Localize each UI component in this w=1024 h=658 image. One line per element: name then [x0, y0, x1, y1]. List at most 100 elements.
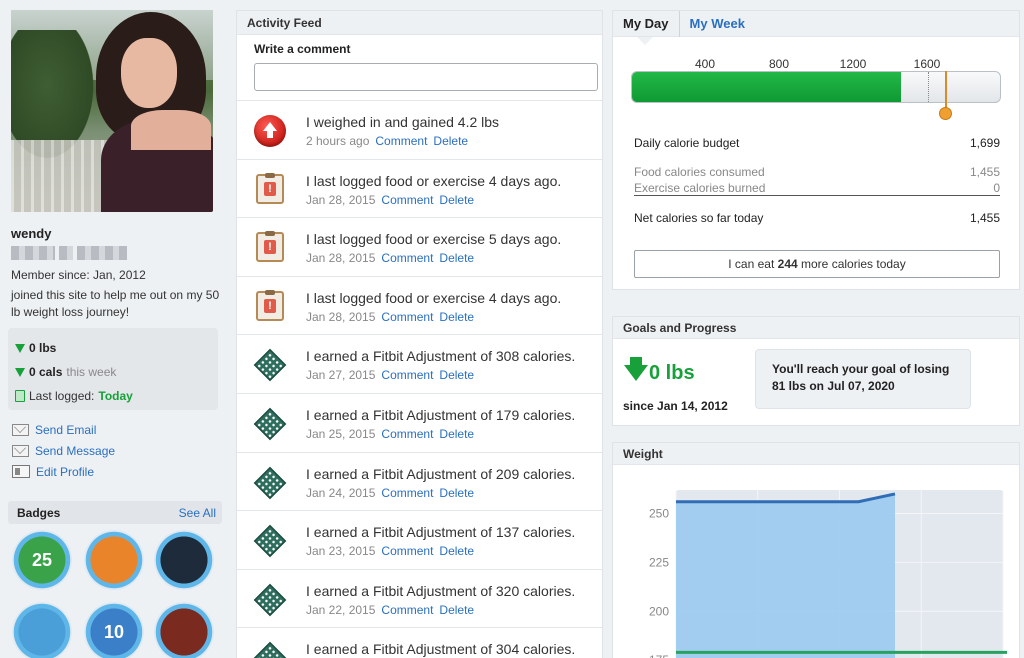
profile-username: wendy [11, 226, 52, 241]
feed-item: I earned a Fitbit Adjustment of 304 calo… [237, 628, 602, 658]
weight-area [676, 493, 895, 658]
badge-label: 10 [92, 610, 136, 654]
delete-link[interactable]: Delete [439, 368, 474, 382]
feed-item: I last logged food or exercise 5 days ag… [237, 218, 602, 277]
feed-item: I earned a Fitbit Adjustment of 137 calo… [237, 511, 602, 570]
comment-link[interactable]: Comment [381, 251, 433, 265]
feed-item-meta: Jan 23, 2015 Comment Delete [306, 544, 474, 558]
fitbit-icon [253, 466, 287, 499]
badges-header: Badges See All [8, 501, 222, 524]
weight-up-icon [254, 115, 286, 147]
clipboard-icon [15, 390, 25, 402]
row-exercise-calories: Exercise calories burned 0 [634, 181, 1000, 195]
see-all-badges-link[interactable]: See All [179, 506, 216, 520]
member-since: Member since: Jan, 2012 [11, 268, 146, 282]
delete-link[interactable]: Delete [439, 310, 474, 324]
feed-item-meta: Jan 22, 2015 Comment Delete [306, 603, 474, 617]
feed-item-meta: Jan 25, 2015 Comment Delete [306, 427, 474, 441]
comment-link[interactable]: Comment [381, 193, 433, 207]
delete-link[interactable]: Delete [439, 486, 474, 500]
losing-it-badge[interactable] [84, 530, 144, 590]
redacted-name [11, 246, 127, 260]
can-eat-box: I can eat 244 more calories today [634, 250, 1000, 278]
feed-item-time: Jan 28, 2015 [306, 309, 376, 324]
profile-photo[interactable] [11, 10, 213, 212]
feed-item-text: I earned a Fitbit Adjustment of 209 calo… [306, 465, 576, 482]
comment-link[interactable]: Comment [375, 134, 427, 148]
weight-gauge-badge[interactable] [154, 602, 214, 658]
badge-label [20, 610, 64, 654]
tab-my-week[interactable]: My Week [678, 10, 755, 37]
feed-item-time: Jan 24, 2015 [306, 485, 376, 500]
profile-actions: Send Email Send Message Edit Profile [12, 419, 115, 482]
feed-item-text: I last logged food or exercise 5 days ag… [306, 231, 562, 248]
feed-item-time: Jan 28, 2015 [306, 192, 376, 207]
delete-link[interactable]: Delete [439, 427, 474, 441]
budget-marker-dot[interactable] [939, 107, 953, 120]
row-daily-budget: Daily calorie budget 1,699 [634, 136, 1000, 150]
delete-link[interactable]: Delete [439, 251, 474, 265]
calorie-tick-label: 1600 [913, 57, 941, 71]
comment-link[interactable]: Comment [381, 486, 433, 500]
fitbit-icon [253, 583, 287, 617]
delete-link[interactable]: Delete [439, 193, 474, 207]
feed-item: I earned a Fitbit Adjustment of 320 calo… [237, 570, 602, 629]
comment-link[interactable]: Comment [381, 427, 433, 441]
stat-last-logged: Last logged: Today [15, 384, 211, 408]
envelope-icon [12, 444, 29, 457]
comment-link[interactable]: Comment [381, 310, 433, 324]
feed-item-text: I earned a Fitbit Adjustment of 304 calo… [306, 641, 576, 658]
weight-title: Weight [613, 443, 1019, 465]
down-arrow-icon [15, 343, 25, 353]
feed-item-text: I earned a Fitbit Adjustment of 308 calo… [306, 348, 576, 365]
feed-item-time: Jan 23, 2015 [306, 544, 376, 559]
tab-my-day[interactable]: My Day [613, 11, 679, 37]
y-tick-label: 175 [649, 653, 669, 658]
comment-label: Write a comment [254, 42, 351, 56]
feed-item-text: I earned a Fitbit Adjustment of 179 calo… [306, 406, 576, 423]
badge-label [162, 610, 206, 654]
comment-link[interactable]: Comment [381, 603, 433, 617]
summary-column: My Day My Week 400 800 1200 1600 Daily calo… [612, 10, 1020, 658]
comment-input[interactable] [254, 63, 598, 91]
calorie-dotted-line [928, 72, 929, 102]
fitbit-icon [253, 407, 287, 441]
feed-item-time: Jan 22, 2015 [306, 602, 376, 617]
delete-link[interactable]: Delete [433, 134, 468, 148]
feed-item-meta: Jan 24, 2015 Comment Delete [306, 486, 474, 500]
feed-item-meta: Jan 28, 2015 Comment Delete [306, 310, 474, 324]
profile-stats: 0 lbs 0 cals this week Last logged: Toda… [8, 328, 218, 410]
row-food-calories: Food calories consumed 1,455 [634, 165, 1000, 179]
profile-column: wendy Member since: Jan, 2012 joined thi… [0, 0, 230, 658]
fitbit-icon [253, 524, 287, 558]
envelope-icon [12, 423, 29, 436]
delete-link[interactable]: Delete [439, 544, 474, 558]
fitbit-badge[interactable] [154, 530, 214, 590]
delete-link[interactable]: Delete [439, 603, 474, 617]
goals-card: Goals and Progress 0 lbs since Jan 14, 2… [612, 316, 1020, 426]
feed-item: I last logged food or exercise 4 days ag… [237, 277, 602, 336]
y-tick-label: 225 [649, 555, 669, 569]
weight-chart: 175 200 225 250 [649, 490, 1007, 658]
clipboard-alert-icon [256, 172, 284, 204]
goal-message: You'll reach your goal of losing 81 lbs … [755, 349, 971, 409]
feed-item-text: I weighed in and gained 4.2 lbs [306, 114, 500, 130]
feed-item: I last logged food or exercise 4 days ag… [237, 160, 602, 219]
25-pound-club-badge[interactable]: 25 [12, 530, 72, 590]
send-email-link[interactable]: Send Email [12, 419, 115, 440]
feed-item-meta: Jan 28, 2015 Comment Delete [306, 193, 474, 207]
regular-badge[interactable] [12, 602, 72, 658]
comment-link[interactable]: Comment [381, 544, 433, 558]
edit-profile-link[interactable]: Edit Profile [12, 461, 115, 482]
send-message-link[interactable]: Send Message [12, 440, 115, 461]
fitbit-icon [253, 642, 287, 658]
goals-title: Goals and Progress [613, 317, 1019, 339]
feed-item-meta: Jan 27, 2015 Comment Delete [306, 368, 474, 382]
stat-calories: 0 cals this week [15, 360, 211, 384]
badge-label: 25 [20, 538, 64, 582]
10-pound-club-badge[interactable]: 10 [84, 602, 144, 658]
row-net-calories: Net calories so far today 1,455 [634, 211, 1000, 225]
feed-item-text: I last logged food or exercise 4 days ag… [306, 289, 562, 306]
comment-link[interactable]: Comment [381, 368, 433, 382]
feed-item: I weighed in and gained 4.2 lbs 2 hours a… [237, 101, 602, 160]
